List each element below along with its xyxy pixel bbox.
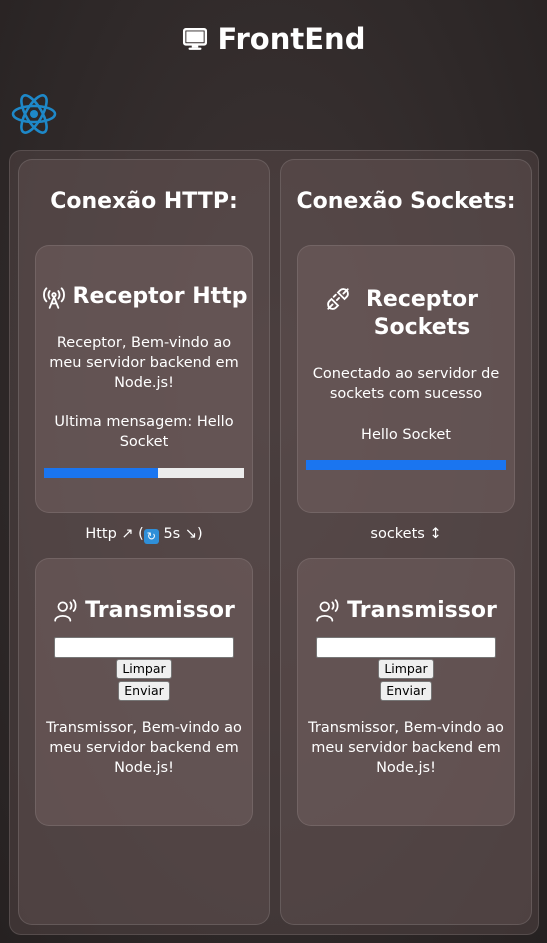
sockets-receiver-card: Receptor Sockets Conectado ao servidor d… (297, 245, 515, 513)
http-message-input[interactable] (54, 637, 234, 658)
sockets-last-message: Hello Socket (361, 427, 451, 443)
sockets-transmitter-message: Transmissor, Bem-vindo ao meu servidor b… (308, 720, 504, 776)
sockets-send-button[interactable]: Enviar (380, 681, 432, 701)
sockets-progress-bar (306, 460, 506, 470)
http-column: Conexão HTTP: Receptor Http Receptor, Be… (18, 159, 270, 925)
app-title-text: FrontEnd (217, 22, 366, 56)
http-link: Http ↗ (↻ 5s ↘) (19, 526, 269, 544)
http-link-interval: 5s ↘) (163, 526, 203, 542)
http-receiver-message: Receptor, Bem-vindo ao meu servidor back… (49, 335, 239, 391)
sockets-column-title: Conexão Sockets: (296, 189, 516, 214)
speaking-user-icon (54, 599, 77, 622)
http-last-message: Ultima mensagem: Hello Socket (54, 414, 234, 450)
http-transmitter-card: Transmissor Limpar Enviar Transmissor, B… (35, 558, 253, 826)
refresh-icon: ↻ (143, 529, 159, 544)
http-transmitter-header: Transmissor (36, 597, 252, 625)
http-link-label: Http ↗ ( (85, 526, 144, 542)
monitor-icon (182, 28, 207, 50)
http-progress-bar (44, 468, 244, 478)
sockets-clear-button[interactable]: Limpar (378, 659, 434, 679)
sockets-message-input[interactable] (316, 637, 496, 658)
sockets-transmitter-card: Transmissor Limpar Enviar Transmissor, B… (297, 558, 515, 826)
react-logo-icon (11, 94, 57, 134)
http-clear-button[interactable]: Limpar (116, 659, 172, 679)
http-progress-fill (44, 468, 158, 478)
sockets-receiver-message: Conectado ao servidor de sockets com suc… (312, 366, 500, 402)
sockets-progress-fill (306, 460, 506, 470)
speaking-user-icon (316, 599, 339, 622)
plug-icon (327, 288, 349, 310)
sockets-receiver-header: Receptor Sockets (298, 286, 514, 342)
sockets-transmitter-title: Transmissor (347, 598, 497, 623)
sockets-receiver-title: Receptor Sockets (365, 287, 479, 340)
antenna-icon (42, 287, 65, 309)
app-title: FrontEnd (0, 22, 547, 56)
sockets-link: sockets ↕ (370, 526, 442, 542)
http-receiver-header: Receptor Http (36, 283, 252, 311)
sockets-transmitter-header: Transmissor (298, 597, 514, 625)
http-receiver-card: Receptor Http Receptor, Bem-vindo ao meu… (35, 245, 253, 513)
sockets-column: Conexão Sockets: Receptor Sockets Conect… (280, 159, 532, 925)
http-transmitter-message: Transmissor, Bem-vindo ao meu servidor b… (46, 720, 242, 776)
http-receiver-title: Receptor Http (72, 284, 248, 309)
http-transmitter-title: Transmissor (85, 598, 235, 623)
http-column-title: Conexão HTTP: (50, 189, 238, 214)
http-send-button[interactable]: Enviar (118, 681, 170, 701)
